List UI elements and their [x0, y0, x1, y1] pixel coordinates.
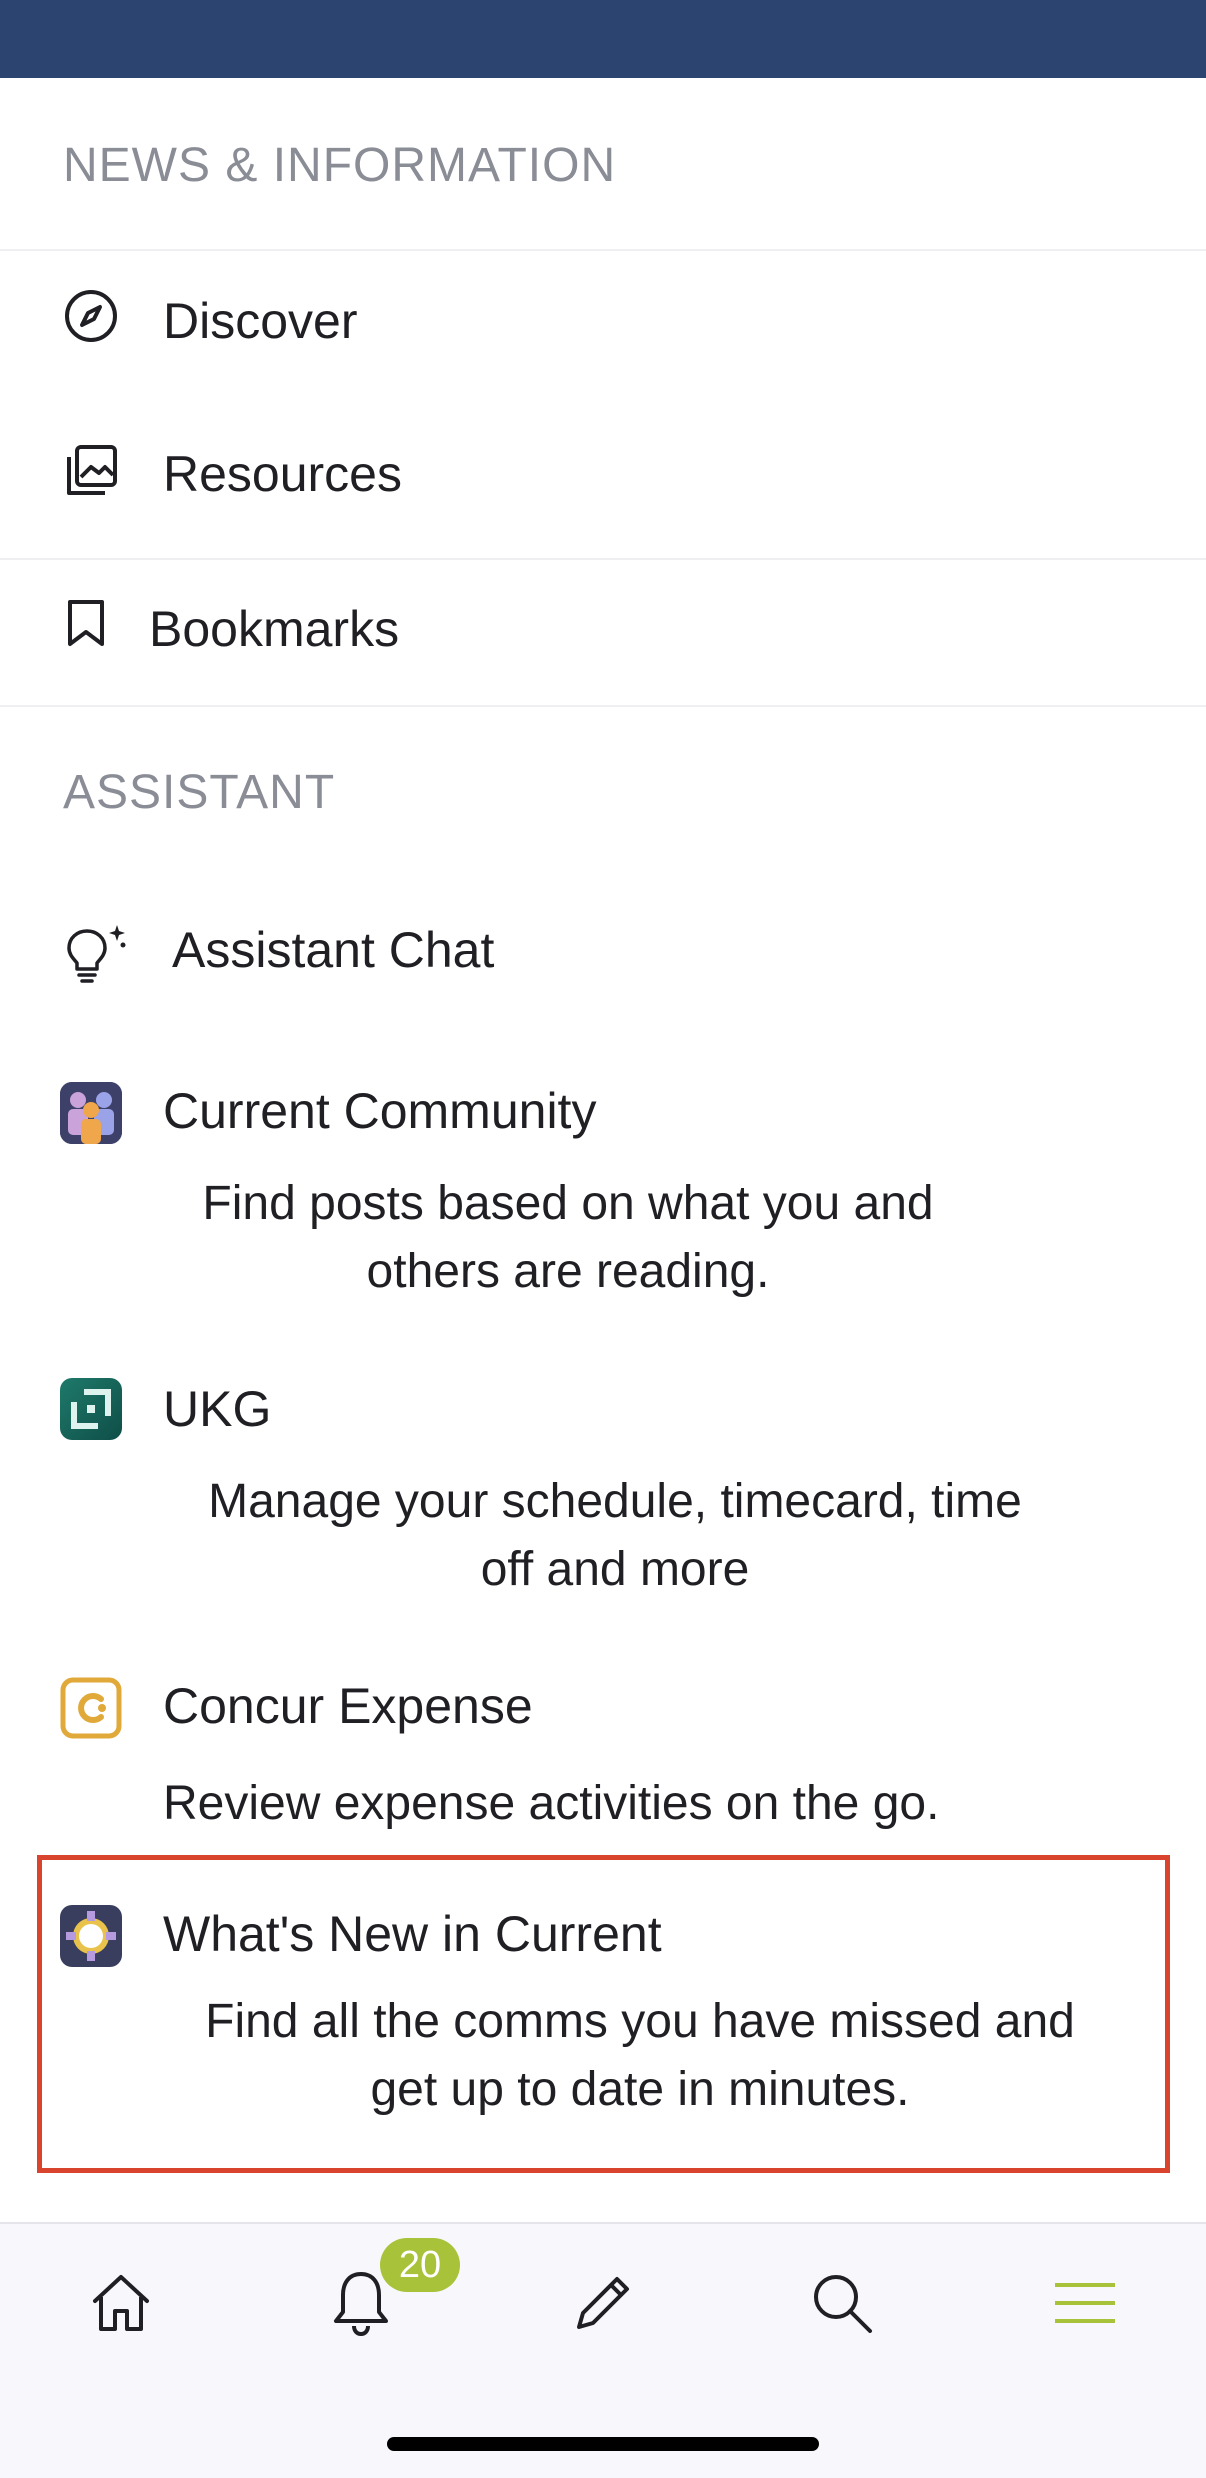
nav-item-bookmarks[interactable]: Bookmarks	[0, 555, 1206, 705]
highlight-box	[37, 1855, 1170, 2173]
app-item-ukg[interactable]: UKG Manage your schedule, timecard, time…	[0, 1358, 1206, 1608]
community-app-icon	[60, 1082, 122, 1144]
divider	[0, 705, 1206, 707]
home-icon	[89, 2271, 153, 2340]
app-description-line: others are reading.	[366, 1245, 770, 1298]
menu-icon	[1053, 2279, 1117, 2332]
tab-home[interactable]	[66, 2250, 176, 2360]
compass-icon	[63, 288, 127, 352]
app-title: UKG	[163, 1381, 272, 1437]
tab-menu[interactable]	[1030, 2250, 1140, 2360]
app-description: Review expense activities on the go.	[163, 1777, 940, 1830]
tab-compose[interactable]	[548, 2250, 658, 2360]
nav-item-discover[interactable]: Discover	[0, 245, 1206, 395]
nav-item-resources[interactable]: Resources	[0, 398, 1206, 548]
app-description: Find posts based on what you and others …	[163, 1170, 973, 1306]
lightbulb-sparkle-icon	[63, 923, 127, 987]
bell-icon	[330, 2268, 392, 2343]
concur-app-icon	[60, 1677, 122, 1739]
nav-item-label: Bookmarks	[149, 601, 400, 657]
app-description-line: off and more	[480, 1543, 750, 1596]
app-description-line: Manage your schedule, timecard, time	[208, 1475, 1022, 1528]
home-indicator	[387, 2437, 819, 2451]
app-item-concur-expense[interactable]: Concur Expense Review expense activities…	[0, 1655, 1206, 1835]
app-title: Current Community	[163, 1083, 597, 1139]
app-title: Concur Expense	[163, 1678, 533, 1734]
app-item-current-community[interactable]: Current Community Find posts based on wh…	[0, 1060, 1206, 1310]
top-bar	[0, 0, 1206, 78]
bookmark-icon	[64, 598, 128, 662]
app-description: Manage your schedule, timecard, time off…	[150, 1468, 1080, 1604]
search-icon	[810, 2271, 874, 2340]
nav-item-label: Resources	[163, 446, 402, 502]
nav-item-label: Discover	[163, 293, 358, 349]
app-description-line: Find posts based on what you and	[202, 1177, 934, 1230]
tab-search[interactable]	[787, 2250, 897, 2360]
nav-item-assistant-chat[interactable]: Assistant Chat	[0, 875, 1206, 1025]
pencil-icon	[571, 2271, 635, 2340]
section-header-news: NEWS & INFORMATION	[63, 139, 617, 192]
ukg-app-icon	[60, 1378, 122, 1440]
notification-count-badge: 20	[380, 2238, 460, 2292]
nav-item-label: Assistant Chat	[172, 922, 495, 978]
section-header-assistant: ASSISTANT	[63, 766, 336, 819]
photo-library-icon	[63, 443, 127, 507]
